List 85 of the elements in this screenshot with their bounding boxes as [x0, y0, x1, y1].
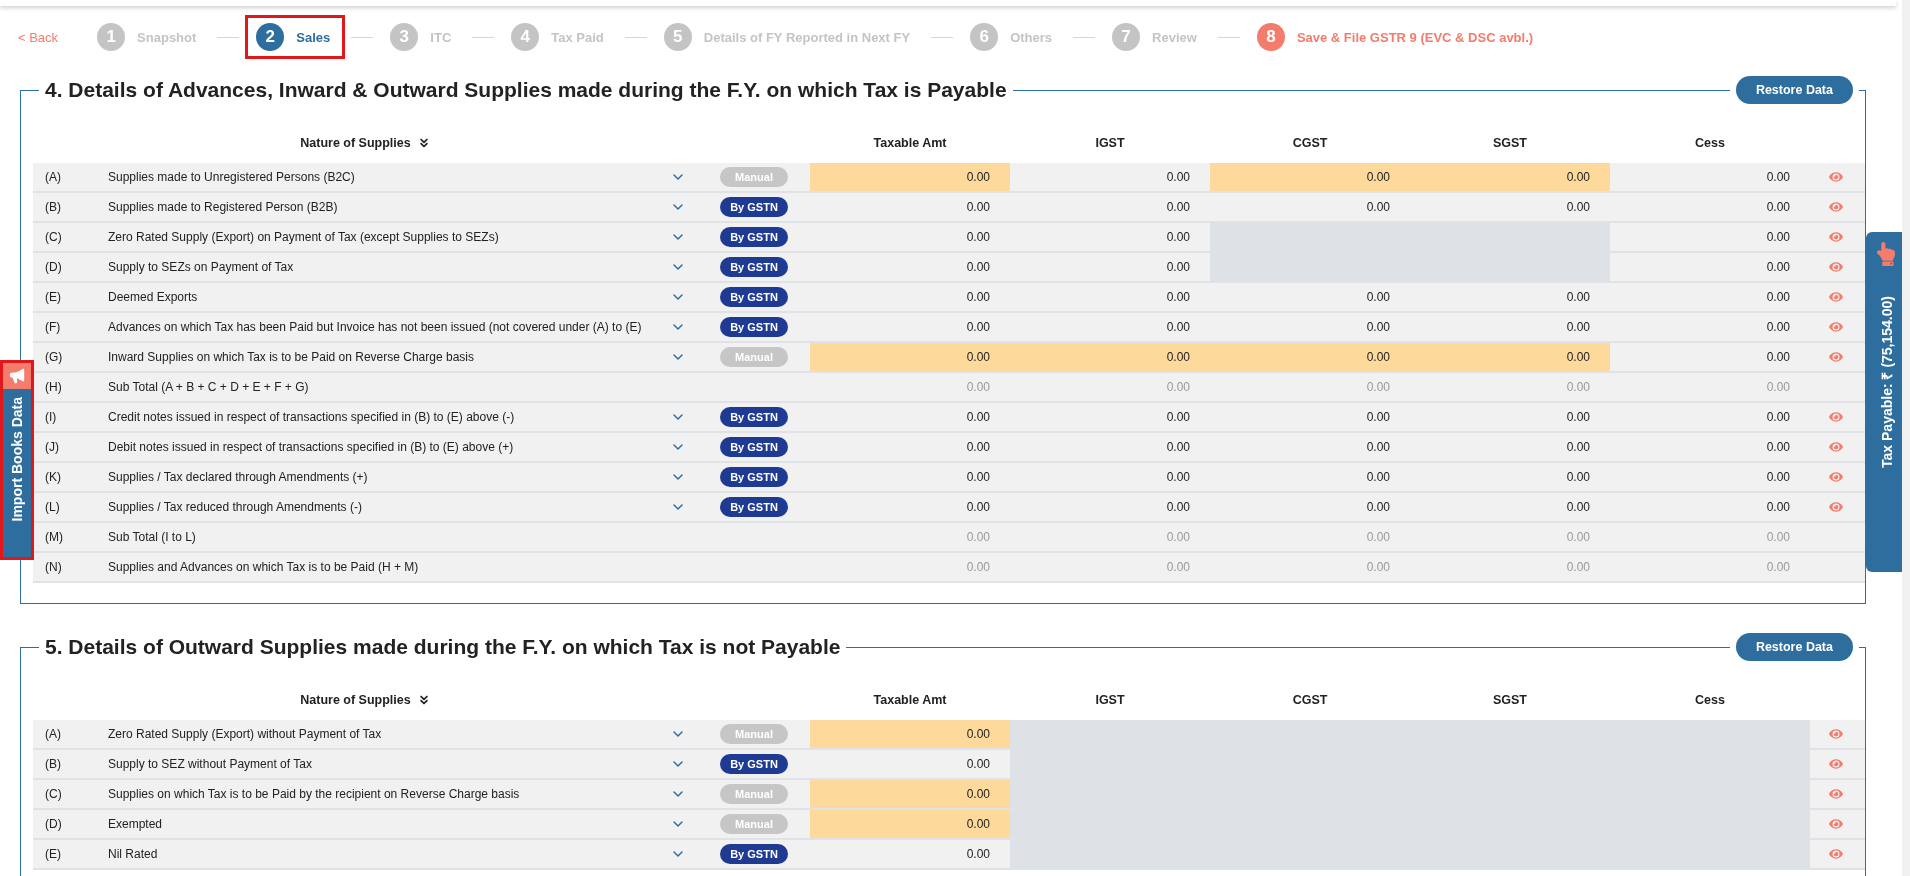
input-field[interactable]: 0.00	[810, 343, 1010, 371]
source-badge[interactable]: By GSTN	[720, 317, 788, 337]
row-code: (H)	[44, 380, 63, 394]
row-code: (I)	[44, 410, 58, 424]
input-field[interactable]: 0.00	[1210, 163, 1410, 191]
input-field[interactable]: 0.00	[1010, 343, 1210, 371]
step-number: 4	[511, 23, 540, 51]
column-header: IGST	[1094, 136, 1126, 150]
input-field[interactable]: 0.00	[810, 163, 1010, 191]
megaphone-icon	[8, 367, 26, 385]
supply-description: Deemed Exports	[108, 290, 199, 304]
input-field[interactable]: 0.00	[810, 780, 1010, 808]
pointing-hand-icon	[1874, 242, 1898, 266]
supply-description: Supplies on which Tax is to be Paid by the recipient on Reverse Charge basis	[108, 787, 521, 801]
step-number: 1	[97, 23, 126, 51]
row-code: (B)	[44, 757, 62, 771]
column-header: Cess	[1694, 136, 1726, 150]
row-code: (D)	[44, 817, 63, 831]
supply-description: Sub Total (I to L)	[108, 530, 197, 544]
step-number: 2	[256, 23, 285, 51]
source-badge[interactable]: By GSTN	[720, 497, 788, 517]
source-badge[interactable]: By GSTN	[720, 197, 788, 217]
supply-description: Supply to SEZs on Payment of Tax	[108, 260, 295, 274]
source-badge[interactable]: By GSTN	[720, 407, 788, 427]
row-code: (J)	[44, 440, 60, 454]
column-header: CGST	[1291, 136, 1329, 150]
input-field[interactable]: 0.00	[810, 810, 1010, 838]
supply-description: Sub Total (A + B + C + D + E + F + G)	[108, 380, 310, 394]
row-code: (F)	[44, 320, 62, 334]
column-header: Nature of Supplies	[300, 136, 411, 150]
supply-description: Credit notes issued in respect of transactions specified in (B) to (E) above (-)	[108, 410, 516, 424]
row-code: (N)	[44, 560, 63, 574]
column-header: SGST	[1491, 136, 1528, 150]
source-badge[interactable]: By GSTN	[720, 844, 788, 864]
restore-data-button[interactable]: Restore Data	[1735, 633, 1853, 661]
row-code: (D)	[44, 260, 63, 274]
import-books-tab[interactable]: Import Books Data	[0, 360, 34, 560]
row-code: (A)	[44, 727, 62, 741]
supply-description: Exempted	[108, 817, 164, 831]
step-number: 5	[663, 23, 692, 51]
supply-description: Advances on which Tax has been Paid but Invoice has not been issued (not covered under (A) to (E)	[108, 320, 643, 334]
input-field[interactable]: 0.00	[1410, 163, 1610, 191]
source-badge[interactable]: By GSTN	[720, 754, 788, 774]
source-badge[interactable]: By GSTN	[720, 257, 788, 277]
row-code: (B)	[44, 200, 62, 214]
supply-description: Debit notes issued in respect of transactions specified in (B) to (E) above (+)	[108, 440, 515, 454]
row-code: (C)	[44, 230, 63, 244]
supply-description: Zero Rated Supply (Export) without Payment of Tax	[108, 727, 383, 741]
column-header: CGST	[1291, 693, 1329, 707]
column-header: IGST	[1094, 693, 1126, 707]
supply-description: Zero Rated Supply (Export) on Payment of Tax (except Supplies to SEZs)	[108, 230, 500, 244]
step-number: 6	[970, 23, 999, 51]
row-code: (A)	[44, 170, 62, 184]
supply-description: Nil Rated	[108, 847, 159, 861]
column-header: Cess	[1694, 693, 1726, 707]
supply-description: Supplies made to Registered Person (B2B)	[108, 200, 339, 214]
row-code: (L)	[44, 500, 61, 514]
supply-description: Supplies / Tax declared through Amendments (+)	[108, 470, 369, 484]
row-code: (G)	[44, 350, 64, 364]
step-number: 3	[390, 23, 419, 51]
row-code: (M)	[44, 530, 64, 544]
input-field[interactable]: 0.00	[1210, 343, 1410, 371]
input-field[interactable]: 0.00	[810, 720, 1010, 748]
source-badge[interactable]: By GSTN	[720, 227, 788, 247]
step-tab[interactable]: 2 Sales	[245, 15, 346, 59]
supply-description: Supply to SEZ without Payment of Tax	[108, 757, 313, 771]
row-code: (E)	[44, 847, 62, 861]
supply-description: Supplies made to Unregistered Persons (B2C)	[108, 170, 356, 184]
source-badge[interactable]: By GSTN	[720, 467, 788, 487]
source-badge[interactable]: By GSTN	[720, 287, 788, 307]
row-code: (E)	[44, 290, 62, 304]
row-code: (C)	[44, 787, 63, 801]
step-number: 7	[1112, 23, 1141, 51]
column-header: Taxable Amt	[872, 136, 948, 150]
column-header: SGST	[1491, 693, 1528, 707]
step-number: 8	[1256, 23, 1285, 51]
column-header: Nature of Supplies	[300, 693, 411, 707]
source-badge[interactable]: By GSTN	[720, 437, 788, 457]
supply-description: Supplies and Advances on which Tax is to be Paid (H + M)	[108, 560, 420, 574]
column-header: Taxable Amt	[872, 693, 948, 707]
restore-data-button[interactable]: Restore Data	[1735, 76, 1853, 104]
input-field[interactable]: 0.00	[1410, 343, 1610, 371]
supply-description: Inward Supplies on which Tax is to be Paid on Reverse Charge basis	[108, 350, 475, 364]
supply-description: Supplies / Tax reduced through Amendments (-)	[108, 500, 363, 514]
row-code: (K)	[44, 470, 62, 484]
